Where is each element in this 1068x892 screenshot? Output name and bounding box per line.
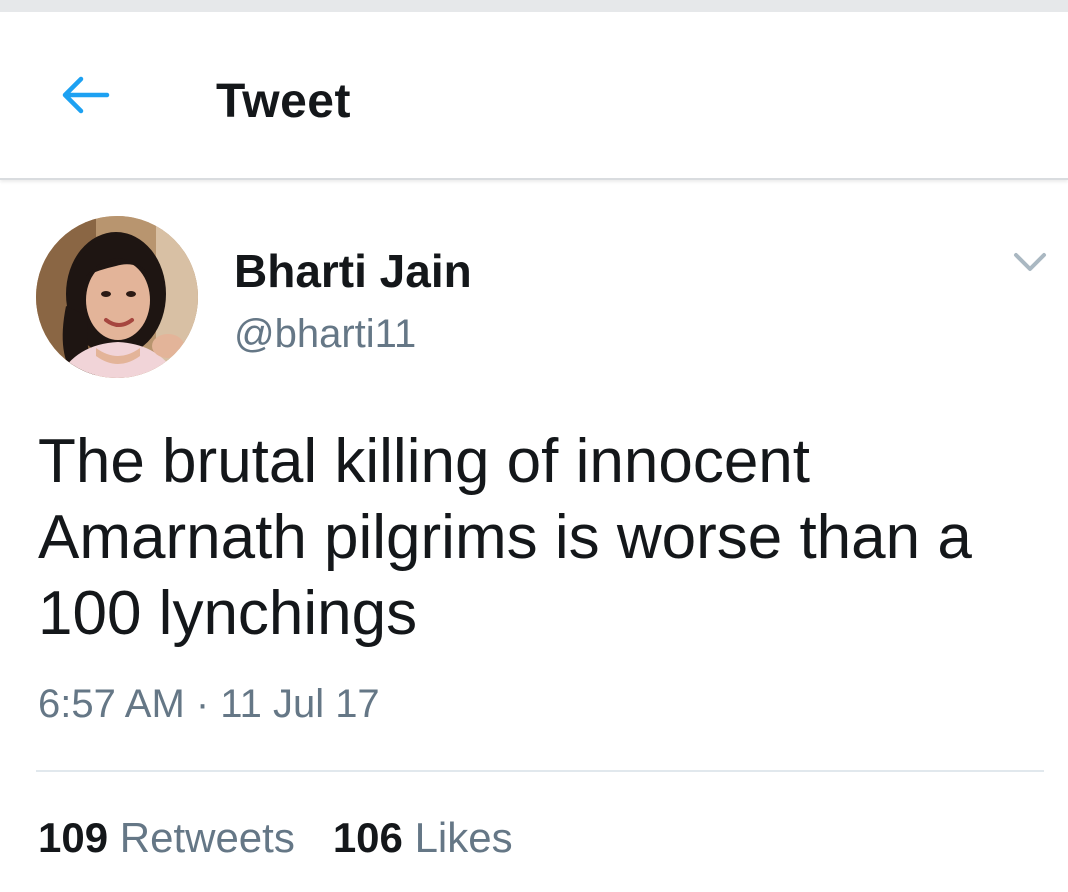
likes-label: Likes — [414, 814, 513, 861]
app-header: Tweet — [0, 12, 1068, 180]
back-button[interactable] — [50, 72, 120, 122]
arrow-left-icon — [57, 75, 113, 120]
tweet-menu-button[interactable] — [1010, 248, 1050, 276]
tweet-stats: 109 Retweets 106 Likes — [38, 814, 513, 862]
divider — [36, 770, 1044, 772]
page-title: Tweet — [216, 75, 351, 128]
avatar[interactable] — [36, 216, 198, 378]
tweet-text: The brutal killing of innocent Amarnath … — [38, 427, 972, 648]
tweet-timestamp: 6:57 AM · 11 Jul 17 — [38, 682, 380, 726]
retweets-count: 109 — [38, 814, 109, 861]
author-handle[interactable]: @bharti11 — [234, 312, 416, 357]
likes-count: 106 — [332, 814, 403, 861]
status-strip — [0, 0, 1068, 12]
retweets-stat[interactable]: 109 Retweets — [38, 814, 295, 862]
author-name[interactable]: Bharti Jain — [234, 244, 472, 298]
retweets-label: Retweets — [119, 814, 295, 861]
likes-stat[interactable]: 106 Likes — [333, 814, 513, 862]
chevron-down-icon — [1010, 253, 1050, 280]
